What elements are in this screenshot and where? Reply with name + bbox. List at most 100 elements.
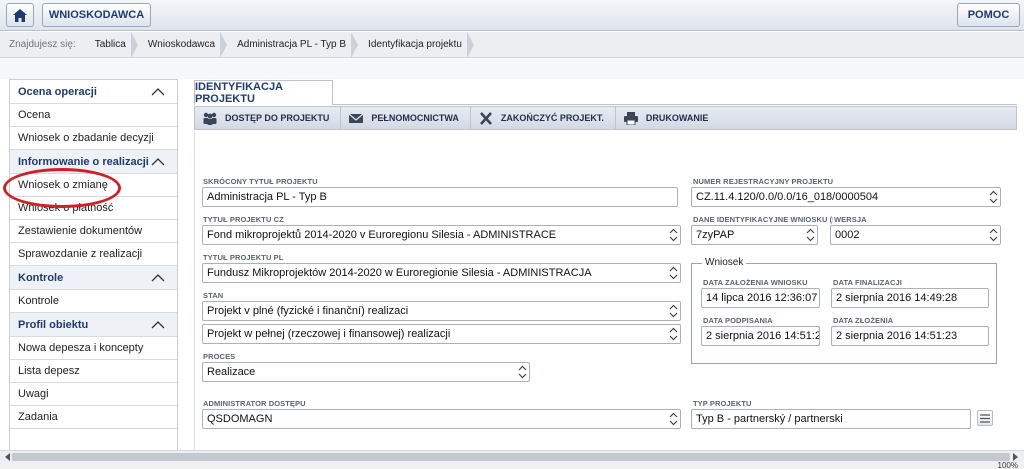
state-pl-value: Projekt w pełnej (rzeczowej i finansowej… <box>207 328 451 340</box>
sidebar-item-decision-review[interactable]: Wniosek o zbadanie decyzji <box>10 127 177 150</box>
spinner-icon[interactable] <box>806 228 815 242</box>
sidebar-item-tasks[interactable]: Zadania <box>10 406 177 429</box>
admin-label: ADMINISTRATOR DOSTĘPU <box>203 399 306 408</box>
printer-icon <box>623 111 638 125</box>
highlight-circle <box>3 168 121 208</box>
sidebar-section-title: Kontrole <box>18 271 64 284</box>
short-title-field[interactable]: Administracja PL - Typ B <box>202 187 678 207</box>
breadcrumb-item-applicant[interactable]: Wnioskodawca <box>137 31 228 58</box>
state-cz-field[interactable]: Projekt v plné (fyzické i finanční) real… <box>202 301 681 321</box>
spinner-icon[interactable] <box>989 190 998 204</box>
created-date-field[interactable]: 14 lipca 2016 12:36:07 <box>701 288 820 308</box>
breadcrumb: Znajdujesz się: Tablica Wnioskodawca Adm… <box>0 31 1024 58</box>
process-field[interactable]: Realizace <box>202 362 530 382</box>
sidebar-item-notes[interactable]: Uwagi <box>10 383 177 406</box>
process-label: PROCES <box>203 352 236 361</box>
sidebar-item-controls[interactable]: Kontrole <box>10 290 177 313</box>
state-pl-field[interactable]: Projekt w pełnej (rzeczowej i finansowej… <box>202 324 681 344</box>
signed-date-field[interactable]: 2 sierpnia 2016 14:51:23 <box>701 326 820 346</box>
spinner-icon[interactable] <box>669 327 678 341</box>
version-value: 0002 <box>835 229 860 241</box>
power-of-attorney-button[interactable]: PEŁNOMOCNICTWA <box>341 107 471 129</box>
title-pl-label: TYTUŁ PROJEKTU PL <box>203 253 284 262</box>
finalized-date-label: DATA FINALIZACJI <box>833 278 902 287</box>
created-date-label: DATA ZAŁOŻENIA WNIOSKU <box>703 278 808 287</box>
home-icon <box>13 8 27 22</box>
project-access-label: DOSTĘP DO PROJEKTU <box>225 113 330 123</box>
title-pl-field[interactable]: Fundusz Mikroprojektów 2014-2020 w Euror… <box>202 263 681 283</box>
sidebar: Ocena operacji Ocena Wniosek o zbadanie … <box>9 79 178 451</box>
title-cz-label: TYTUŁ PROJEKTU CZ <box>203 215 284 224</box>
reg-number-value: CZ.11.4.120/0.0/0.0/16_018/0000504 <box>696 191 879 203</box>
people-icon <box>203 112 217 125</box>
title-cz-value: Fond mikroprojektů 2014-2020 v Euroregio… <box>207 229 557 241</box>
help-button[interactable]: POMOC <box>957 3 1020 27</box>
hash-field[interactable]: 7zyPAP <box>691 225 818 245</box>
admin-value: QSDOMAGN <box>207 413 273 425</box>
sidebar-section-object-profile[interactable]: Profil obiektu <box>10 313 177 337</box>
sidebar-item-message-list[interactable]: Lista depesz <box>10 360 177 383</box>
submitted-date-field[interactable]: 2 sierpnia 2016 14:51:23 <box>831 326 989 346</box>
application-legend: Wniosek <box>702 257 747 268</box>
project-type-label: TYP PROJEKTU <box>693 399 752 408</box>
chevron-up-icon[interactable] <box>151 87 165 96</box>
chevron-up-icon[interactable] <box>151 273 165 282</box>
title-pl-value: Fundusz Mikroprojektów 2014-2020 w Euror… <box>207 267 592 279</box>
horizontal-scrollbar[interactable] <box>0 450 1024 462</box>
chevron-up-icon[interactable] <box>151 157 165 166</box>
toolbar: DOSTĘP DO PROJEKTU PEŁNOMOCNICTWA ZAKOŃC… <box>194 106 1017 130</box>
admin-field[interactable]: QSDOMAGN <box>202 409 681 429</box>
sidebar-item-evaluation[interactable]: Ocena <box>10 104 177 127</box>
project-type-field[interactable]: Typ B - partnerský / partnerski <box>691 409 971 429</box>
submitted-date-label: DATA ZŁOŻENIA <box>833 316 894 325</box>
close-icon <box>479 111 492 125</box>
hash-label: DANE IDENTYFIKACYJNE WNIOSKU (HASH) <box>693 215 857 224</box>
zoom-level[interactable]: 100% <box>998 461 1018 469</box>
status-bar <box>0 462 1024 469</box>
sidebar-section-evaluation[interactable]: Ocena operacji <box>10 80 177 104</box>
project-access-button[interactable]: DOSTĘP DO PROJEKTU <box>195 107 342 129</box>
print-button[interactable]: DRUKOWANIE <box>616 107 720 129</box>
short-title-label: SKRÓCONY TYTUŁ PROJEKTU <box>203 177 318 186</box>
state-label: STAN <box>203 291 224 300</box>
signed-date-label: DATA PODPISANIA <box>703 316 773 325</box>
sidebar-section-title: Informowanie o realizacji <box>18 155 149 168</box>
breadcrumb-item-dashboard[interactable]: Tablica <box>84 31 138 58</box>
sidebar-section-title: Profil obiektu <box>18 318 89 331</box>
reg-number-label: NUMER REJESTRACYJNY PROJEKTU <box>693 177 834 186</box>
sidebar-section-controls[interactable]: Kontrole <box>10 266 177 290</box>
version-label: WERSJA <box>833 215 867 224</box>
breadcrumb-item-project[interactable]: Administracja PL - Typ B <box>226 31 358 58</box>
scrollbar-thumb[interactable] <box>12 453 1010 461</box>
sidebar-item-document-list[interactable]: Zestawienie dokumentów <box>10 220 177 243</box>
chevron-up-icon[interactable] <box>151 320 165 329</box>
title-cz-field[interactable]: Fond mikroprojektů 2014-2020 v Euroregio… <box>202 225 681 245</box>
applicant-button[interactable]: WNIOSKODAWCA <box>42 3 151 27</box>
home-button[interactable] <box>6 3 34 27</box>
list-icon[interactable] <box>977 410 993 426</box>
spinner-icon[interactable] <box>518 365 527 379</box>
finalized-date-field[interactable]: 2 sierpnia 2016 14:49:28 <box>831 288 989 308</box>
spinner-icon[interactable] <box>669 266 678 280</box>
sidebar-section-title: Ocena operacji <box>18 85 97 98</box>
spinner-icon[interactable] <box>989 228 998 242</box>
state-cz-value: Projekt v plné (fyzické i finanční) real… <box>207 305 409 317</box>
spinner-icon[interactable] <box>669 412 678 426</box>
process-value: Realizace <box>207 366 256 378</box>
spinner-icon[interactable] <box>669 228 678 242</box>
version-field[interactable]: 0002 <box>830 225 1001 245</box>
hash-value: 7zyPAP <box>696 229 735 241</box>
power-of-attorney-label: PEŁNOMOCNICTWA <box>371 113 459 123</box>
envelope-icon <box>348 113 364 123</box>
close-project-button[interactable]: ZAKOŃCZYĆ PROJEKT. <box>471 107 616 129</box>
print-label: DRUKOWANIE <box>645 113 709 123</box>
top-bar: WNIOSKODAWCA POMOC <box>0 0 1024 31</box>
tab-project-identification[interactable]: IDENTYFIKACJA PROJEKTU <box>194 80 333 105</box>
reg-number-field[interactable]: CZ.11.4.120/0.0/0.0/16_018/0000504 <box>691 187 1001 207</box>
sidebar-item-implementation-report[interactable]: Sprawozdanie z realizacji <box>10 243 177 266</box>
breadcrumb-label: Znajdujesz się: <box>9 39 76 50</box>
spinner-icon[interactable] <box>669 304 678 318</box>
background-band <box>0 59 1024 79</box>
breadcrumb-item-identification: Identyfikacja projektu <box>357 31 474 58</box>
sidebar-item-new-message[interactable]: Nowa depesza i koncepty <box>10 337 177 360</box>
